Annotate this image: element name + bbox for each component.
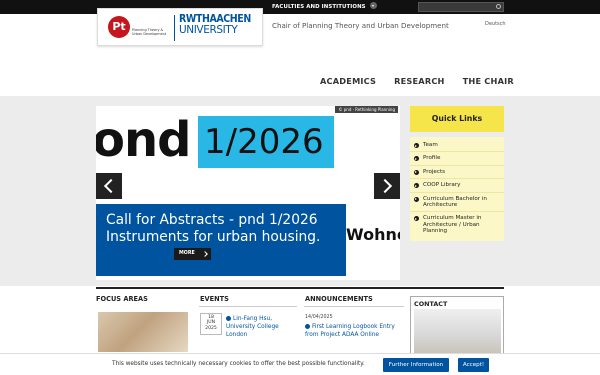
cookie-banner: This website uses technically necessary …	[0, 353, 600, 375]
main-navigation: ACADEMICS RESEARCH THE CHAIR	[320, 76, 514, 86]
announcement-link[interactable]: First Learning Logbook Entry from Projec…	[305, 323, 403, 339]
quick-links: Quick Links Team Profile Projects COOP L…	[410, 106, 504, 241]
arrow-right-icon	[414, 156, 419, 162]
logo-divider	[174, 15, 175, 41]
language-switch[interactable]: Deutsch	[485, 21, 506, 27]
quick-link-coop-library[interactable]: COOP Library	[410, 179, 504, 193]
announcements-divider	[304, 306, 404, 307]
further-information-button[interactable]: Further Information	[383, 358, 449, 372]
quick-link-label: COOP Library	[423, 182, 461, 189]
slider-next-button[interactable]	[374, 173, 400, 199]
quick-link-label: Profile	[423, 155, 441, 162]
rwth-logo-line1: RWTHAACHEN	[179, 13, 251, 25]
quick-link-curriculum-master[interactable]: Curriculum Master in Architecture / Urba…	[410, 212, 504, 237]
focus-areas-heading: FOCUS AREAS	[96, 295, 148, 303]
quick-link-team[interactable]: Team	[410, 139, 504, 153]
nav-item-research[interactable]: RESEARCH	[394, 76, 445, 86]
section-divider	[96, 287, 504, 289]
pt-logo-subtitle: Planning Theory & Urban Development	[132, 28, 167, 36]
arrow-right-icon	[414, 143, 419, 148]
slider-prev-button[interactable]	[96, 173, 122, 199]
nav-item-the-chair[interactable]: THE CHAIR	[463, 76, 514, 86]
quick-link-projects[interactable]: Projects	[410, 166, 504, 180]
quick-link-label: Curriculum Bachelor in Architecture	[423, 195, 487, 209]
slide-caption-text[interactable]: Call for Abstracts - pnd 1/2026 Instrume…	[106, 212, 336, 245]
faculties-label: FACULTIES AND INSTITUTIONS	[272, 4, 366, 10]
rwth-logo-line2: UNIVERSITY	[179, 24, 238, 36]
slide-image-year-box: 1/2026	[198, 116, 334, 168]
search-icon[interactable]	[496, 4, 501, 9]
event-year: 2025	[205, 325, 217, 331]
slide-image-text-pnd: ond	[96, 112, 192, 168]
quick-links-list: Team Profile Projects COOP Library Curri…	[410, 137, 504, 241]
announcements-heading: ANNOUNCEMENTS	[305, 295, 373, 303]
top-bar: FACULTIES AND INSTITUTIONS	[0, 0, 600, 14]
contact-box[interactable]: CONTACT	[410, 296, 504, 356]
announcement-title: First Learning Logbook Entry from Projec…	[305, 324, 395, 339]
quick-link-profile[interactable]: Profile	[410, 152, 504, 166]
event-date-badge: 18 JUN 2025	[200, 313, 222, 335]
events-heading: EVENTS	[200, 295, 229, 303]
events-divider	[199, 306, 297, 307]
arrow-right-icon	[414, 169, 419, 175]
event-title: Lin-Fang Hsu, University College London	[226, 316, 279, 339]
arrow-right-icon	[414, 196, 419, 202]
chair-title: Chair of Planning Theory and Urban Devel…	[272, 21, 449, 30]
site-logo[interactable]: Pt Planning Theory & Urban Development R…	[97, 8, 263, 46]
faculties-menu[interactable]: FACULTIES AND INSTITUTIONS	[272, 2, 377, 10]
hero-slider: ond 1/2026 © pnd · Rethinking Planning W…	[96, 106, 400, 280]
contact-heading: CONTACT	[414, 300, 448, 308]
arrow-right-icon	[305, 324, 310, 329]
pt-logo-mark: Pt	[108, 16, 130, 38]
quick-links-title: Quick Links	[410, 106, 504, 132]
slide-image-text-right: Wohne	[346, 225, 400, 244]
more-button[interactable]: MORE	[174, 248, 211, 260]
cookie-text: This website uses technically necessary …	[112, 361, 365, 367]
quick-link-curriculum-bachelor[interactable]: Curriculum Bachelor in Architecture	[410, 193, 504, 213]
slide-image-text-year: 1/2026	[204, 122, 324, 162]
chevron-down-icon	[369, 2, 377, 9]
quick-link-label: Projects	[423, 168, 446, 175]
quick-link-label: Curriculum Master in Architecture / Urba…	[423, 215, 482, 235]
arrow-right-icon	[414, 216, 419, 222]
accept-cookies-button[interactable]: Accept!	[458, 358, 489, 372]
announcement-date: 14/04/2025	[305, 315, 333, 320]
search-input[interactable]	[418, 2, 504, 12]
focus-areas-image[interactable]	[98, 312, 188, 352]
contact-image	[414, 309, 501, 353]
arrow-right-icon	[226, 316, 231, 321]
quick-link-label: Team	[423, 142, 438, 148]
slide-caption: Call for Abstracts - pnd 1/2026 Instrume…	[96, 204, 346, 276]
event-link[interactable]: Lin-Fang Hsu, University College London	[226, 315, 298, 340]
arrow-right-icon	[414, 183, 419, 189]
nav-item-academics[interactable]: ACADEMICS	[320, 76, 376, 86]
image-credit: © pnd · Rethinking Planning	[335, 106, 398, 113]
